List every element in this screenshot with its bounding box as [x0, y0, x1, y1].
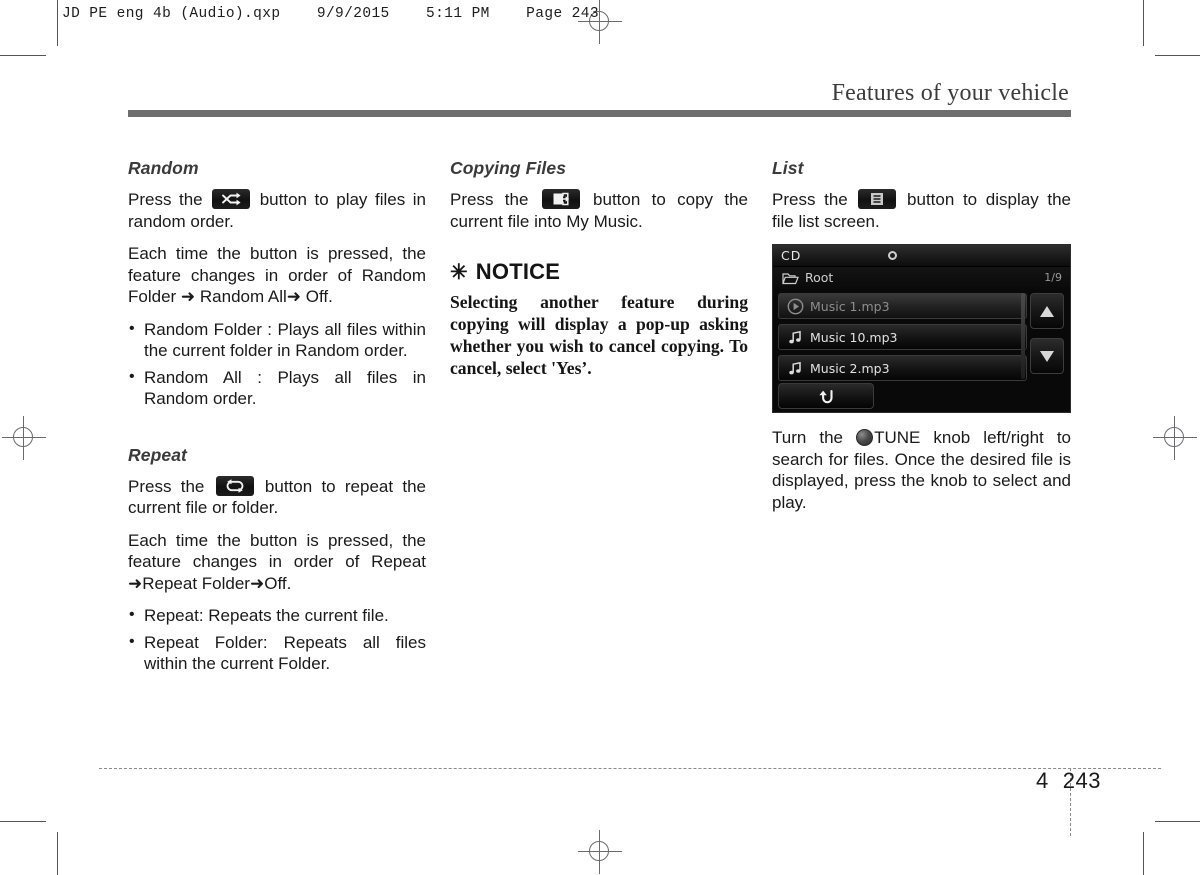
repeat-intro-before: Press the	[128, 476, 214, 496]
list-item: Repeat: Repeats the current file.	[128, 604, 426, 627]
file-name: Music 10.mp3	[810, 330, 898, 345]
back-button[interactable]	[778, 383, 874, 409]
breadcrumb[interactable]: Root 1/9	[773, 267, 1070, 289]
crop-mark-top-left-horizontal	[0, 55, 46, 56]
repeat-intro-paragraph: Press the button to repeat the current f…	[128, 475, 426, 519]
section-title-repeat: Repeat	[128, 444, 187, 465]
notice-heading-label: NOTICE	[475, 259, 561, 284]
table-row[interactable]: Music 10.mp3	[778, 324, 1027, 350]
registration-mark-bottom-center	[578, 830, 622, 874]
scroll-controls	[1030, 293, 1064, 383]
folder-icon	[782, 273, 799, 285]
disc-icon	[888, 251, 897, 260]
crop-mark-bottom-right-vertical	[1143, 832, 1144, 875]
copying-intro-paragraph: Press the button to copy the current fil…	[450, 189, 748, 232]
column-center: Copying Files Press the button to copy t…	[450, 158, 748, 379]
repeat-icon	[215, 475, 254, 496]
table-row[interactable]: Music 2.mp3	[778, 355, 1027, 381]
list-icon	[858, 189, 897, 209]
section-title-random: Random	[128, 158, 199, 178]
page-folio: 4 243	[1036, 768, 1101, 794]
scroll-up-button[interactable]	[1030, 293, 1064, 329]
tune-knob-icon	[856, 429, 874, 446]
print-file-header: JD PE eng 4b (Audio).qxp 9/9/2015 5:11 P…	[62, 6, 599, 22]
asterisk-icon: ✳	[450, 260, 468, 284]
table-row[interactable]: Music 1.mp3	[778, 293, 1027, 319]
manual-page: JD PE eng 4b (Audio).qxp 9/9/2015 5:11 P…	[0, 0, 1200, 875]
list-intro-paragraph: Press the button to display the file lis…	[772, 189, 1071, 232]
scroll-down-button[interactable]	[1030, 338, 1064, 374]
crop-mark-bottom-left-vertical	[57, 832, 58, 875]
crop-mark-bottom-left-horizontal	[0, 821, 46, 822]
section-title-list: List	[772, 158, 804, 178]
file-name: Music 1.mp3	[810, 299, 890, 314]
random-bullet-list: Random Folder : Plays all files within t…	[128, 318, 426, 410]
footer-dashed-rule	[99, 768, 1161, 769]
music-note-icon	[789, 330, 801, 344]
play-circle-icon	[787, 298, 804, 315]
copy-icon	[541, 189, 580, 209]
crop-mark-top-right-horizontal	[1155, 55, 1200, 56]
page-number: 243	[1062, 768, 1101, 793]
tune-knob-paragraph: Turn the TUNE knob left/right to search …	[772, 427, 1071, 513]
scrollbar[interactable]	[1021, 293, 1025, 379]
notice-body-text: Selecting another feature during copying…	[450, 292, 748, 378]
crop-mark-bottom-right-horizontal	[1155, 821, 1200, 822]
back-arrow-icon	[819, 389, 833, 404]
random-order-paragraph: Each time the button is pressed, the fea…	[128, 244, 426, 306]
file-list: Music 1.mp3 Music 10.mp3 Music 2.mp3	[778, 293, 1027, 386]
screen-title-bar	[773, 245, 1070, 267]
repeat-bullet-list: Repeat: Repeats the current file. Repeat…	[128, 604, 426, 675]
chapter-number: 4	[1036, 768, 1049, 793]
column-left: Random Press the button to play files in…	[128, 158, 426, 686]
triangle-down-icon	[1040, 351, 1054, 362]
breadcrumb-label: Root	[805, 270, 834, 285]
music-note-icon	[789, 361, 801, 375]
file-name: Music 2.mp3	[810, 361, 890, 376]
screen-source-label: CD	[781, 248, 802, 263]
random-intro-before: Press the	[128, 190, 211, 209]
triangle-up-icon	[1040, 306, 1054, 317]
copying-intro-before: Press the	[450, 190, 540, 209]
list-item: Random All : Plays all files in Random o…	[128, 366, 426, 410]
registration-mark-left-middle	[2, 416, 46, 460]
cd-list-screen: CD Root 1/9 Music 1.mp3 Music 10.mp3 Mus…	[772, 244, 1071, 413]
notice-heading: ✳ NOTICE	[450, 259, 748, 285]
crop-mark-top-left-vertical	[57, 0, 58, 46]
tune-before: Turn the	[772, 428, 857, 447]
running-head-title: Features of your vehicle	[831, 80, 1069, 106]
random-intro-paragraph: Press the button to play files in random…	[128, 189, 426, 232]
crop-mark-top-right-vertical	[1143, 0, 1144, 46]
list-intro-before: Press the	[772, 190, 857, 209]
list-item: Random Folder : Plays all files within t…	[128, 318, 426, 362]
shuffle-icon	[212, 189, 251, 209]
section-title-copying-files: Copying Files	[450, 158, 567, 178]
page-count-badge: 1/9	[1044, 271, 1062, 284]
registration-mark-right-middle	[1153, 416, 1197, 460]
running-head-rule	[128, 110, 1071, 117]
column-right: List Press the button to display the fil…	[772, 158, 1071, 513]
list-item: Repeat Folder: Repeats all files within …	[128, 631, 426, 675]
repeat-order-paragraph: Each time the button is pressed, the fea…	[128, 530, 426, 593]
